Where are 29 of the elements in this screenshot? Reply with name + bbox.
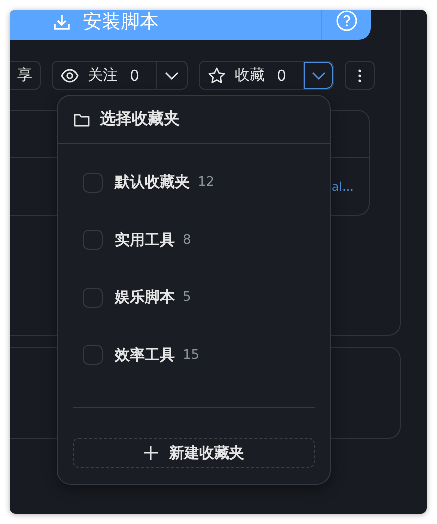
folder-count: 5 xyxy=(183,290,192,306)
checkbox[interactable] xyxy=(83,230,103,250)
folder-name[interactable]: 实用工具 xyxy=(115,230,175,250)
folder-name[interactable]: 效率工具 xyxy=(115,346,175,365)
checkbox[interactable] xyxy=(83,345,103,366)
help-icon xyxy=(336,10,358,32)
share-button[interactable]: 享 xyxy=(10,61,41,90)
folder-icon xyxy=(74,112,90,126)
checkbox[interactable] xyxy=(83,288,103,308)
favorite-button[interactable]: 收藏 0 xyxy=(200,62,304,89)
plus-icon xyxy=(144,446,158,460)
download-icon xyxy=(53,13,71,31)
folder-count: 12 xyxy=(198,175,215,190)
new-folder-button[interactable]: 新建收藏夹 xyxy=(73,438,315,468)
eye-icon xyxy=(61,68,79,82)
folder-count: 15 xyxy=(183,348,200,363)
checkbox[interactable] xyxy=(83,172,103,193)
folder-count: 8 xyxy=(183,232,192,248)
watch-button[interactable]: 关注 0 xyxy=(53,62,157,89)
more-icon xyxy=(358,68,362,82)
star-icon xyxy=(208,66,226,84)
card-link[interactable]: al... xyxy=(332,180,354,194)
caret-icon xyxy=(164,72,178,80)
caret-icon xyxy=(312,72,326,80)
folder-name[interactable]: 娱乐脚本 xyxy=(115,288,175,308)
more-button[interactable] xyxy=(345,61,375,90)
favorite-dropdown-toggle[interactable] xyxy=(304,62,333,89)
dropdown-title: 选择收藏夹 xyxy=(100,109,180,130)
folder-name[interactable]: 默认收藏夹 xyxy=(115,173,190,192)
